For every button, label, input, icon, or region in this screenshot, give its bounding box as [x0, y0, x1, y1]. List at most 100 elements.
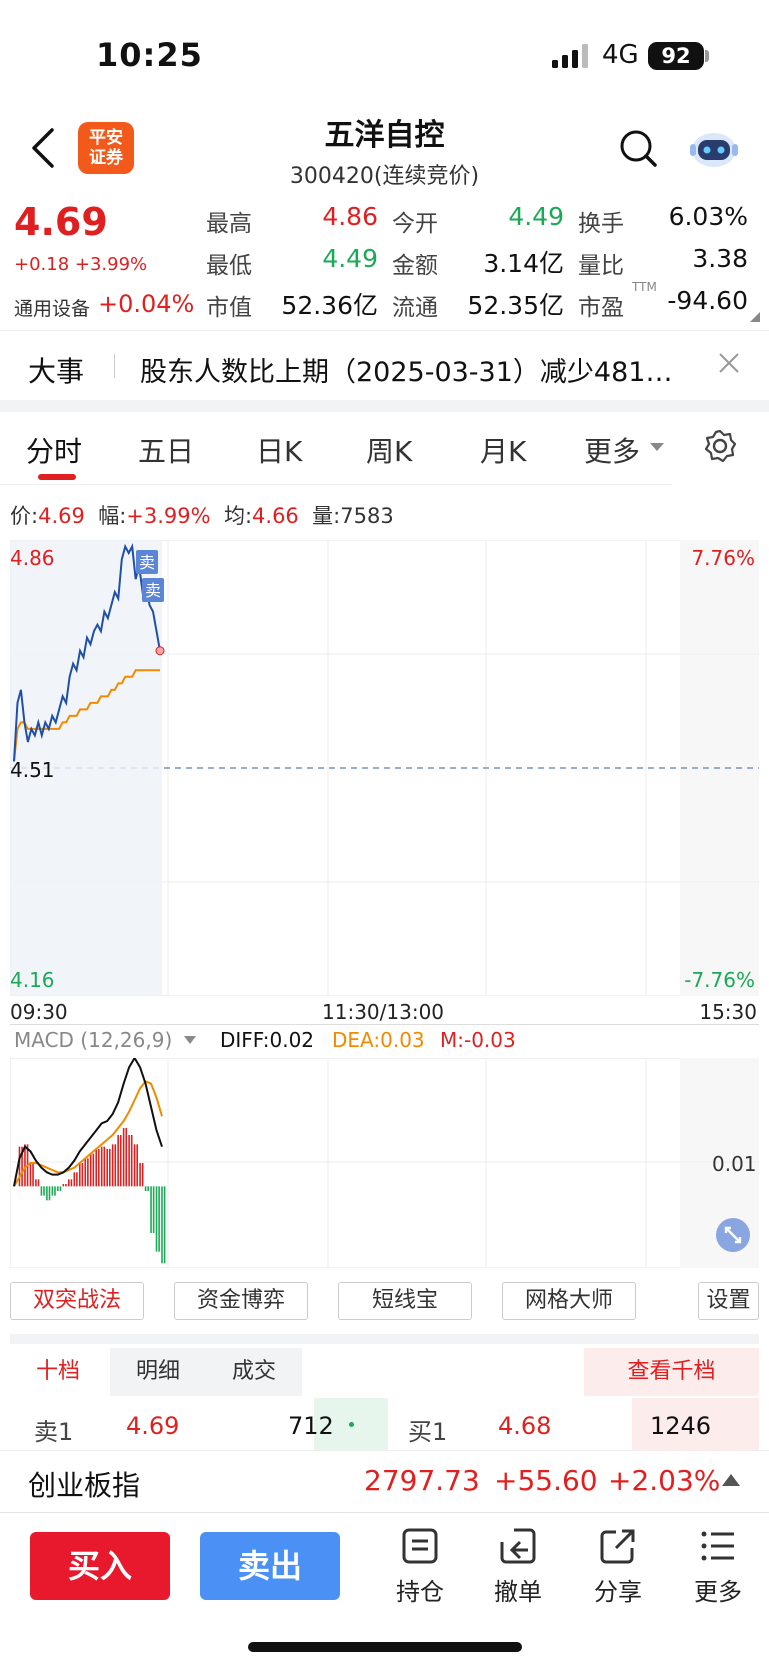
chevron-up-icon[interactable]	[722, 1474, 740, 1486]
tabs-divider	[0, 484, 672, 485]
battery-tip	[705, 50, 709, 62]
y-tick-low: 4.16	[10, 968, 55, 992]
chevron-down-icon	[650, 443, 664, 451]
quote-label: 今开	[392, 211, 438, 237]
macd-y-tick: 0.01	[712, 1152, 757, 1176]
y-tick-high-pct: 7.76%	[691, 546, 755, 570]
sell-marker: 卖	[136, 550, 158, 574]
y-tick-prev-close: 4.51	[10, 758, 55, 782]
tab-monthly-k[interactable]: 月K	[480, 430, 526, 470]
price-change: +0.18 +3.99%	[14, 254, 148, 275]
sector-change[interactable]: +0.04%	[98, 290, 194, 318]
bottom-divider	[0, 1512, 769, 1513]
status-time: 10:25	[96, 36, 203, 74]
change-dot	[349, 1422, 354, 1427]
document-icon	[402, 1528, 438, 1564]
quote-label: 量比	[578, 253, 624, 279]
info-vol: 7583	[340, 504, 394, 528]
quote-value: 4.86	[322, 202, 378, 231]
ask1-volume: 712	[288, 1412, 334, 1440]
news-divider	[114, 354, 115, 378]
share-label: 分享	[594, 1578, 642, 1606]
cancel-order-label: 撤单	[494, 1578, 542, 1606]
info-amp: +3.99%	[126, 504, 211, 528]
network-type: 4G	[602, 40, 639, 70]
info-vol-label: 量:	[312, 504, 341, 528]
news-headline[interactable]: 股东人数比上期（2025-03-31）减少481…	[140, 350, 700, 389]
x-tick-open: 09:30	[10, 1000, 68, 1024]
tool-fund-game[interactable]: 资金博弈	[174, 1282, 308, 1320]
bid1-label: 买1	[408, 1418, 448, 1446]
crosshair-info-row: 价:4.69 幅:+3.99% 均:4.66 量:7583	[10, 500, 394, 530]
tool-settings[interactable]: 设置	[698, 1282, 759, 1320]
tab-five-day[interactable]: 五日	[138, 430, 194, 470]
last-price: 4.69	[14, 200, 108, 244]
cancel-order-button[interactable]: 撤单	[478, 1526, 558, 1607]
index-percent: +2.03%	[608, 1464, 721, 1497]
macd-title[interactable]: MACD (12,26,9)	[14, 1028, 172, 1052]
menu-icon	[701, 1531, 734, 1561]
fullscreen-icon[interactable]	[716, 1218, 750, 1252]
close-icon[interactable]	[718, 352, 740, 374]
chevron-down-icon[interactable]	[184, 1036, 196, 1044]
tab-weekly-k[interactable]: 周K	[366, 430, 412, 470]
tab-detail[interactable]: 明细	[110, 1348, 206, 1396]
positions-label: 持仓	[396, 1578, 444, 1606]
sector-name[interactable]: 通用设备	[14, 294, 90, 321]
tool-dual-breakout[interactable]: 双突战法	[10, 1282, 144, 1320]
info-avg-label: 均:	[223, 504, 253, 528]
quote-value: 3.38	[692, 244, 748, 273]
macd-chart[interactable]	[10, 1058, 759, 1268]
positions-button[interactable]: 持仓	[380, 1526, 460, 1607]
sell-marker-label: 卖	[139, 553, 155, 572]
tab-intraday[interactable]: 分时	[26, 430, 82, 470]
more-button[interactable]: 更多	[678, 1526, 758, 1607]
quote-value: 4.49	[508, 202, 564, 231]
home-indicator	[248, 1642, 522, 1652]
undo-icon	[500, 1528, 536, 1564]
quote-label: 最高	[206, 211, 252, 237]
share-icon	[600, 1529, 635, 1564]
section-separator	[0, 400, 769, 412]
last-price-dot	[155, 646, 165, 656]
info-avg: 4.66	[252, 504, 299, 528]
quote-value: 52.36亿	[281, 291, 378, 320]
bid1-price: 4.68	[498, 1412, 552, 1440]
bid1-volume: 1246	[650, 1412, 712, 1440]
index-name: 创业板指	[28, 1469, 141, 1502]
quote-label: 市盈	[578, 295, 624, 321]
quote-label: 市值	[206, 295, 252, 321]
gear-icon[interactable]	[702, 428, 738, 464]
more-label: 更多	[694, 1578, 742, 1606]
signal-icon	[552, 44, 588, 68]
macd-diff: DIFF:0.02	[220, 1028, 315, 1052]
expand-corner-icon[interactable]	[750, 312, 760, 322]
intraday-chart[interactable]: 卖卖	[10, 540, 759, 996]
quote-label: 最低	[206, 253, 252, 279]
sell-marker-label: 卖	[145, 581, 161, 600]
view-thousand-levels-button[interactable]: 查看千档	[584, 1348, 759, 1396]
tab-trades[interactable]: 成交	[206, 1348, 302, 1396]
tab-more[interactable]: 更多	[584, 430, 640, 470]
tool-grid-master[interactable]: 网格大师	[502, 1282, 636, 1320]
info-price-label: 价:	[10, 504, 39, 528]
quote-value: 3.14亿	[483, 249, 564, 278]
sell-button[interactable]: 卖出	[200, 1532, 340, 1600]
macd-m: M:-0.03	[440, 1028, 516, 1052]
quote-value: 52.35亿	[467, 291, 564, 320]
quote-value: 4.49	[322, 244, 378, 273]
share-button[interactable]: 分享	[578, 1526, 658, 1607]
tab-ten-levels[interactable]: 十档	[10, 1348, 106, 1396]
tool-short-line[interactable]: 短线宝	[338, 1282, 472, 1320]
ttm-label: TTM	[632, 280, 657, 294]
buy-button[interactable]: 买入	[30, 1532, 170, 1600]
index-value: 2797.73	[364, 1464, 480, 1497]
robot-assistant-icon[interactable]	[688, 126, 740, 170]
quote-label: 换手	[578, 211, 624, 237]
macd-dea: DEA:0.03	[332, 1028, 425, 1052]
info-amp-label: 幅:	[98, 504, 127, 528]
tab-daily-k[interactable]: 日K	[256, 430, 302, 470]
quote-label: 流通	[392, 295, 438, 321]
search-icon[interactable]	[618, 128, 658, 168]
battery-icon: 92	[648, 42, 704, 70]
